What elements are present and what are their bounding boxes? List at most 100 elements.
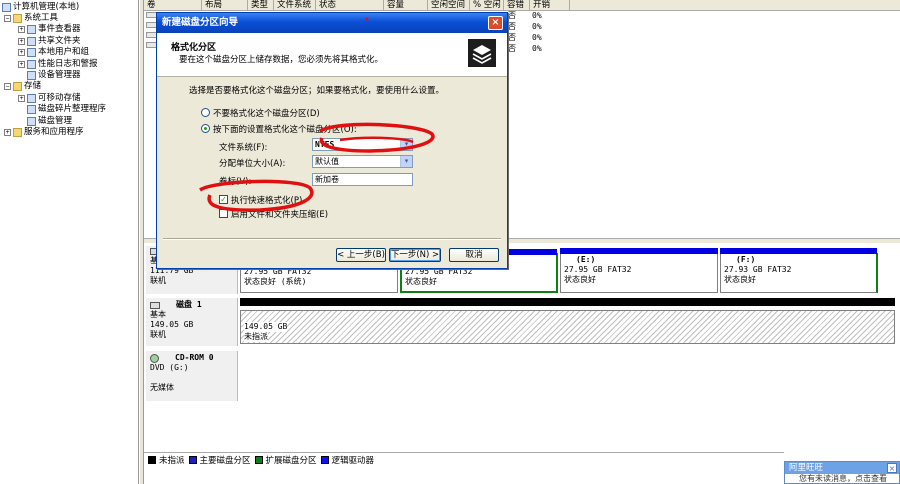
- radio-no-format-label[interactable]: 不要格式化这个磁盘分区(D): [213, 107, 320, 119]
- volume-label-label: 卷标(V):: [219, 177, 252, 187]
- expand-icon[interactable]: +: [18, 60, 25, 68]
- dialog-close-button[interactable]: ×: [488, 16, 503, 30]
- radio-no-format[interactable]: [201, 108, 210, 117]
- disk-icon: [150, 301, 160, 309]
- tree-item[interactable]: + 性能日志和警报: [18, 59, 98, 70]
- format-prompt: 选择是否要格式化这个磁盘分区；如果要格式化，要使用什么设置。: [189, 86, 445, 96]
- volume-row-overhead: 0%: [532, 44, 542, 53]
- users-icon: [27, 48, 36, 58]
- back-button[interactable]: < 上一步(B): [336, 248, 386, 262]
- tree-item-label: 事件查看器: [38, 24, 81, 35]
- console-tree: 计算机管理(本地) − 系统工具 + 事件查看器 + 共享文件夹 + 本地用户和组 + 性能日志和…: [0, 0, 139, 484]
- legend-swatch: [148, 455, 156, 464]
- dialog-separator: [163, 238, 501, 240]
- tools-icon: [13, 14, 22, 23]
- aliwangwang-popup[interactable]: 阿里旺旺 × 您有未读消息，点击查看: [784, 461, 900, 484]
- popup-title: 阿里旺旺: [789, 463, 824, 473]
- disk0-partition-f[interactable]: (F:) 27.93 GB FAT32 状态良好: [720, 248, 878, 293]
- column-header-type[interactable]: 类型: [248, 0, 274, 11]
- tree-root[interactable]: 计算机管理(本地): [2, 2, 79, 13]
- popup-message[interactable]: 您有未读消息，点击查看: [785, 474, 899, 484]
- volume-row-overhead: 0%: [532, 33, 542, 42]
- wizard-header: 格式化分区 要在这个磁盘分区上储存数据，您必须先将其格式化。: [157, 33, 507, 77]
- volume-row-fault-tolerance: 否: [508, 33, 516, 42]
- column-header-percent-free[interactable]: % 空闲: [470, 0, 504, 11]
- tree-item[interactable]: + 本地用户和组: [18, 47, 89, 58]
- next-button[interactable]: 下一步(N) >: [389, 248, 441, 262]
- tree-item[interactable]: − 存储: [4, 81, 41, 92]
- wizard-step-subtitle: 要在这个磁盘分区上储存数据，您必须先将其格式化。: [179, 55, 384, 65]
- tree-item-label: 可移动存储: [38, 92, 81, 103]
- column-header-status[interactable]: 状态: [316, 0, 384, 11]
- compression-checkbox[interactable]: [219, 209, 228, 218]
- column-header-fault-tolerance[interactable]: 容错: [504, 0, 530, 11]
- radio-format[interactable]: [201, 124, 210, 133]
- tree-item-label: 系统工具: [24, 13, 59, 23]
- disk-stack-icon: [468, 39, 496, 67]
- tree-item[interactable]: 磁盘管理: [18, 116, 72, 127]
- tree-item[interactable]: − 系统工具: [4, 13, 58, 24]
- shared-folder-icon: [27, 36, 36, 46]
- collapse-icon[interactable]: −: [4, 83, 11, 91]
- expand-icon[interactable]: +: [18, 49, 25, 57]
- popup-close-button[interactable]: ×: [887, 463, 897, 473]
- column-header-overhead[interactable]: 开销: [530, 0, 570, 11]
- legend-label: 主要磁盘分区: [199, 455, 251, 466]
- radio-format-label[interactable]: 按下面的设置格式化这个磁盘分区(O):: [213, 123, 357, 135]
- tree-item-label: 本地用户和组: [38, 47, 90, 58]
- services-icon: [13, 128, 22, 137]
- partition-color-band: [560, 248, 718, 254]
- volume-row-fault-tolerance: 否: [508, 11, 516, 20]
- disk-legend: 未指派 主要磁盘分区 扩展磁盘分区 逻辑驱动器: [144, 452, 784, 466]
- legend-label: 扩展磁盘分区: [265, 455, 317, 466]
- quick-format-checkbox[interactable]: ✓: [219, 195, 228, 204]
- chevron-down-icon[interactable]: ▾: [400, 156, 412, 167]
- column-header-capacity[interactable]: 容量: [384, 0, 428, 11]
- tree-item[interactable]: 设备管理器: [18, 70, 81, 81]
- column-header-filesystem[interactable]: 文件系统: [274, 0, 316, 11]
- tree-item-label: 性能日志和警报: [38, 58, 98, 69]
- tree-item[interactable]: 磁盘碎片整理程序: [18, 104, 106, 115]
- tree-item-label: 存储: [24, 81, 42, 92]
- disk1-unallocated-region[interactable]: 149.05 GB 未指派: [240, 310, 895, 344]
- legend-label: 逻辑驱动器: [331, 455, 375, 466]
- disk0-partition-e[interactable]: (E:) 27.95 GB FAT32 状态良好: [560, 248, 718, 293]
- cdrom-label[interactable]: CD-ROM 0 DVD (G:) 无媒体: [146, 351, 238, 401]
- disk1-label[interactable]: 磁盘 1 基本 149.05 GB 联机: [146, 298, 238, 346]
- volume-row-overhead: 0%: [532, 11, 542, 20]
- tree-item[interactable]: + 事件查看器: [18, 24, 81, 35]
- column-header-layout[interactable]: 布局: [202, 0, 248, 11]
- tree-item[interactable]: + 共享文件夹: [18, 36, 81, 47]
- volume-label-input[interactable]: 新加卷: [312, 173, 413, 186]
- tree-item[interactable]: + 服务和应用程序: [4, 127, 84, 138]
- event-viewer-icon: [27, 25, 36, 35]
- column-header-free-space[interactable]: 空闲空间: [428, 0, 470, 11]
- column-header-volume[interactable]: 卷: [144, 0, 202, 11]
- expand-icon[interactable]: +: [18, 26, 25, 34]
- collapse-icon[interactable]: −: [4, 15, 11, 22]
- cancel-button[interactable]: 取消: [449, 248, 499, 262]
- device-manager-icon: [27, 71, 36, 80]
- tree-item-label: 共享文件夹: [38, 35, 81, 46]
- quick-format-label[interactable]: 执行快速格式化(P): [231, 194, 302, 206]
- dialog-title: 新建磁盘分区向导: [162, 17, 239, 28]
- wizard-step-title: 格式化分区: [171, 43, 217, 53]
- defrag-icon: [27, 105, 36, 115]
- expand-icon[interactable]: +: [4, 129, 11, 136]
- legend-swatch: [254, 455, 263, 464]
- compression-label[interactable]: 启用文件和文件夹压缩(E): [231, 208, 328, 220]
- tree-item[interactable]: + 可移动存储: [18, 93, 81, 104]
- tree-item-label: 磁盘碎片整理程序: [38, 104, 107, 115]
- new-partition-wizard: 新建磁盘分区向导 × 格式化分区 要在这个磁盘分区上储存数据，您必须先将其格式化…: [156, 12, 508, 269]
- expand-icon[interactable]: +: [18, 94, 25, 102]
- removable-storage-icon: [27, 93, 36, 103]
- computer-icon: [2, 3, 11, 12]
- allocation-unit-select[interactable]: 默认值 ▾: [312, 155, 413, 168]
- dialog-title-bar[interactable]: 新建磁盘分区向导 ×: [157, 13, 507, 33]
- filesystem-select[interactable]: NTFS ▾: [312, 138, 413, 151]
- chevron-down-icon[interactable]: ▾: [400, 139, 412, 150]
- unallocated-color-band: [240, 298, 895, 306]
- cdrom-icon: [150, 353, 159, 363]
- expand-icon[interactable]: +: [18, 37, 25, 45]
- volume-list-header: 卷 布局 类型 文件系统 状态 容量 空闲空间 % 空闲 容错 开销: [144, 0, 900, 11]
